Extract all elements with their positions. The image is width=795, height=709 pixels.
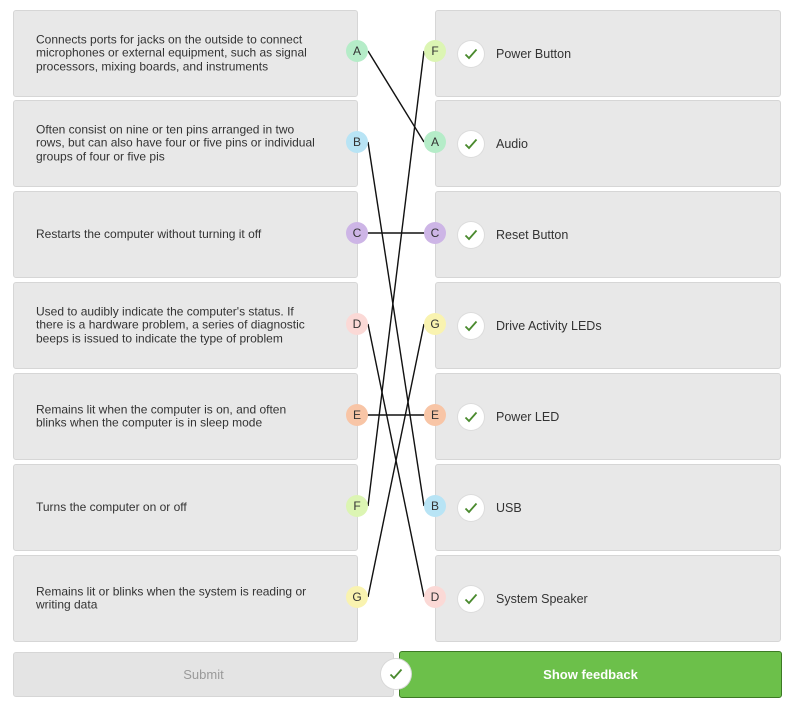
check-icon	[458, 403, 484, 430]
left-handle-a[interactable]: A	[346, 40, 368, 62]
left-handle-c[interactable]: C	[346, 222, 368, 244]
answer-label: Reset Button	[496, 227, 569, 242]
right-handle-e[interactable]: E	[424, 404, 446, 426]
check-icon	[458, 585, 484, 612]
answer-label: Power LED	[496, 409, 560, 424]
answer-label: System Speaker	[496, 591, 588, 606]
check-icon	[458, 221, 484, 248]
connector-line-f	[367, 50, 425, 507]
answer-label: Drive Activity LEDs	[496, 318, 602, 333]
right-handle-b[interactable]: B	[424, 495, 446, 517]
answer-card-usb[interactable]: USB	[435, 464, 781, 551]
check-icon	[458, 312, 484, 339]
submit-button[interactable]: Submit	[13, 652, 394, 697]
description-card-c: Restarts the computer without turning it…	[13, 191, 358, 278]
answer-card-system-speaker[interactable]: System Speaker	[435, 555, 781, 642]
answer-label: Power Button	[496, 46, 572, 61]
description-card-e: Remains lit when the computer is on, and…	[13, 373, 358, 460]
answer-card-power-led[interactable]: Power LED	[435, 373, 781, 460]
description-text: Restarts the computer without turning it…	[36, 226, 262, 241]
right-handle-g[interactable]: G	[424, 313, 446, 335]
connector-line-d	[367, 323, 425, 598]
description-card-a: Connects ports for jacks on the outside …	[13, 10, 358, 97]
description-card-g: Remains lit or blinks when the system is…	[13, 555, 358, 642]
description-text: Used to audibly indicate the computer's …	[36, 303, 305, 346]
description-text: Remains lit or blinks when the system is…	[36, 583, 307, 612]
answer-card-reset-button[interactable]: Reset Button	[435, 191, 781, 278]
left-handle-g[interactable]: G	[346, 586, 368, 608]
connector-line-g	[367, 323, 425, 598]
answer-card-power-button[interactable]: Power Button	[435, 10, 781, 97]
left-handle-b[interactable]: B	[346, 131, 368, 153]
left-handle-f[interactable]: F	[346, 495, 368, 517]
description-text: Turns the computer on or off	[36, 499, 187, 514]
description-text: Often consist on nine or ten pins arrang…	[36, 121, 315, 164]
description-card-d: Used to audibly indicate the computer's …	[13, 282, 358, 369]
check-icon	[458, 494, 484, 521]
show-feedback-button[interactable]: Show feedback	[399, 651, 782, 698]
check-icon	[458, 130, 484, 157]
right-handle-d[interactable]: D	[424, 586, 446, 608]
description-card-b: Often consist on nine or ten pins arrang…	[13, 100, 358, 187]
description-text: Connects ports for jacks on the outside …	[36, 31, 307, 74]
description-card-f: Turns the computer on or off	[13, 464, 358, 551]
connector-line-b	[367, 141, 425, 507]
answer-card-drive-activity-leds[interactable]: Drive Activity LEDs	[435, 282, 781, 369]
left-handle-d[interactable]: D	[346, 313, 368, 335]
right-handle-a[interactable]: A	[424, 131, 446, 153]
answer-label: Audio	[496, 136, 528, 151]
connector-line-a	[367, 50, 425, 143]
left-handle-e[interactable]: E	[346, 404, 368, 426]
answer-card-audio[interactable]: Audio	[435, 100, 781, 187]
answer-label: USB	[496, 500, 522, 515]
description-text: Remains lit when the computer is on, and…	[36, 401, 287, 430]
completed-check-icon	[381, 659, 411, 689]
check-icon	[458, 40, 484, 67]
right-handle-f[interactable]: F	[424, 40, 446, 62]
right-handle-c[interactable]: C	[424, 222, 446, 244]
